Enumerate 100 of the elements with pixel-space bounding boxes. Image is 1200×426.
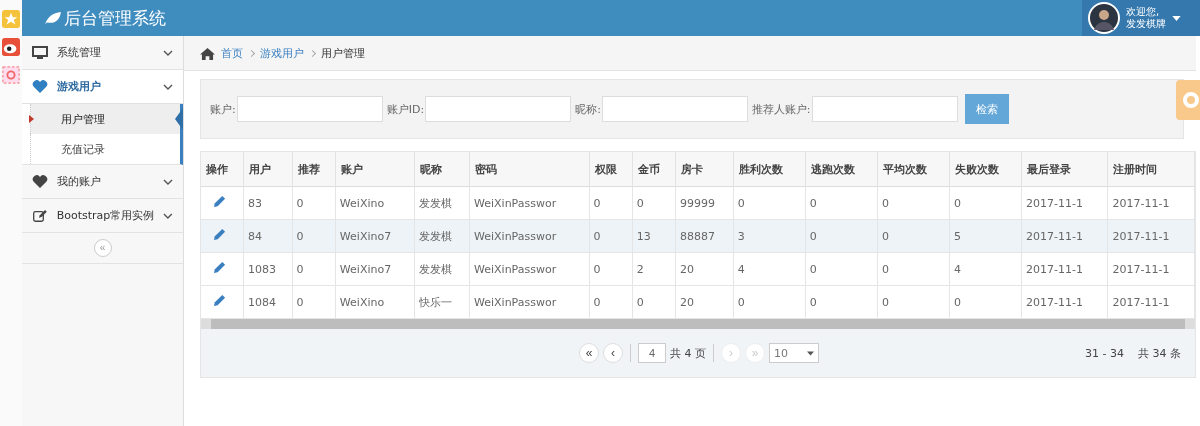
eye-icon[interactable] (2, 38, 20, 56)
chevron-icon (163, 49, 173, 56)
monitor-icon (32, 45, 48, 60)
table-cell: 99999 (675, 186, 734, 220)
heart-icon (32, 79, 48, 94)
submenu-item[interactable]: 用户管理 (30, 104, 180, 134)
table-cell: 2017-11-1 (1021, 285, 1108, 319)
table-cell: 4 (949, 252, 1022, 286)
star-icon[interactable] (2, 10, 20, 28)
table-row[interactable]: 83 0 WeiXino 发发棋 WeiXinPasswor 0 0 99999 0 0 0 0 2017-11-1 2017-11-1 (201, 186, 1195, 220)
column-header: 逃跑次数 (805, 152, 878, 187)
table-cell: 0 (805, 285, 878, 319)
avatar[interactable] (1088, 2, 1120, 34)
page-size-select[interactable]: 10 (769, 343, 819, 363)
breadcrumb-link[interactable]: 游戏用户 (260, 45, 304, 61)
table-cell: WeiXinPasswor (469, 186, 590, 220)
table-cell: 0 (632, 186, 676, 220)
page-count: 共 4 页 (670, 345, 706, 361)
table-row[interactable]: 84 0 WeiXino7 发发棋 WeiXinPasswor 0 13 88887 3 0 0 5 2017-11-1 2017-11-1 (201, 219, 1195, 253)
column-header: 平均次数 (877, 152, 950, 187)
table-cell: 2017-11-1 (1021, 186, 1108, 220)
filter-field[interactable] (811, 96, 958, 122)
column-header: 账户 (335, 152, 415, 187)
table-cell: 0 (589, 252, 633, 286)
sidebar-item[interactable]: Bootstrap常用实例 (22, 199, 183, 233)
submenu-item[interactable]: 充值记录 (30, 134, 180, 164)
table-cell: WeiXinPasswor (469, 252, 590, 286)
table-cell: 1084 (243, 285, 293, 319)
table-cell: 0 (805, 252, 878, 286)
filter-label: 推荐人账户: (751, 101, 811, 117)
table-cell: 0 (292, 285, 336, 319)
home-icon (200, 46, 215, 60)
filter-field[interactable] (425, 96, 572, 122)
table-cell: 2017-11-1 (1021, 219, 1108, 253)
table-row[interactable]: 1083 0 WeiXino7 发发棋 WeiXinPasswor 0 2 20 4 0 0 4 2017-11-1 2017-11-1 (201, 252, 1195, 286)
table-cell: 0 (877, 219, 950, 253)
table-row[interactable]: 1084 0 WeiXino 快乐一 WeiXinPasswor 0 0 20 0 0 0 0 2017-11-1 2017-11-1 (201, 285, 1195, 319)
column-header: 密码 (469, 152, 590, 187)
table-cell: 3 (733, 219, 806, 253)
sidebar-item[interactable]: 游戏用户 (22, 70, 183, 104)
table-cell: 0 (589, 186, 633, 220)
filter-field[interactable] (236, 96, 383, 122)
sidebar-item[interactable]: 我的账户 (22, 165, 183, 199)
pencil-icon[interactable] (213, 261, 226, 274)
table-cell: 2017-11-1 (1107, 252, 1195, 286)
table-cell: 0 (733, 186, 806, 220)
page-button[interactable]: « (579, 343, 599, 363)
filter-field[interactable] (601, 96, 748, 122)
column-header: 操作 (201, 152, 244, 187)
table-cell: 2 (632, 252, 676, 286)
column-header: 权限 (589, 152, 633, 187)
pencil-icon[interactable] (213, 228, 226, 241)
table-cell: 0 (877, 186, 950, 220)
chevron-icon (163, 212, 173, 219)
column-header: 注册时间 (1107, 152, 1195, 187)
table-cell: 5 (949, 219, 1022, 253)
table-cell: 快乐一 (414, 285, 470, 319)
table-cell: 发发棋 (414, 186, 470, 220)
total-count: 共 34 条 (1138, 345, 1181, 361)
table-cell: 0 (805, 219, 878, 253)
pencil-icon[interactable] (213, 195, 226, 208)
table-cell: 0 (632, 285, 676, 319)
table-cell: WeiXino (335, 285, 415, 319)
table-cell: WeiXinPasswor (469, 219, 590, 253)
table-cell: 4 (733, 252, 806, 286)
settings-icon[interactable] (1176, 80, 1200, 120)
table-cell: 0 (949, 186, 1022, 220)
column-header: 最后登录 (1021, 152, 1108, 187)
filter-label: 账户ID: (386, 101, 425, 117)
column-header: 用户 (243, 152, 293, 187)
column-header: 失败次数 (949, 152, 1022, 187)
table-cell: 2017-11-1 (1107, 285, 1195, 319)
dropdown-caret-icon (807, 350, 814, 356)
table-cell: 0 (292, 252, 336, 286)
table-cell: 0 (733, 285, 806, 319)
caret-icon[interactable] (1172, 15, 1181, 21)
column-header: 房卡 (675, 152, 734, 187)
horizontal-scrollbar[interactable] (201, 319, 1195, 329)
greeting-text: 欢迎您, (1126, 6, 1161, 18)
table-cell: WeiXino7 (335, 252, 415, 286)
table-cell: 0 (589, 285, 633, 319)
table-cell: 0 (292, 186, 336, 220)
column-header: 昵称 (414, 152, 470, 187)
column-header: 推荐 (292, 152, 336, 187)
page-button[interactable]: ‹ (603, 343, 623, 363)
table-cell: WeiXinPasswor (469, 285, 590, 319)
table-cell: 20 (675, 285, 734, 319)
filter-label: 昵称: (575, 101, 601, 117)
table-cell: 0 (877, 252, 950, 286)
user-name: 发发棋牌 (1126, 18, 1166, 30)
breadcrumb-link[interactable]: 首页 (221, 45, 243, 61)
table-cell: 2017-11-1 (1107, 219, 1195, 253)
table-cell: 1083 (243, 252, 293, 286)
column-header: 胜利次数 (733, 152, 806, 187)
table-cell: 2017-11-1 (1107, 186, 1195, 220)
page-field[interactable]: 4 (638, 343, 666, 363)
pencil-icon[interactable] (213, 294, 226, 307)
heart-icon (32, 174, 48, 189)
table-cell: 0 (949, 285, 1022, 319)
table-cell: 20 (675, 252, 734, 286)
